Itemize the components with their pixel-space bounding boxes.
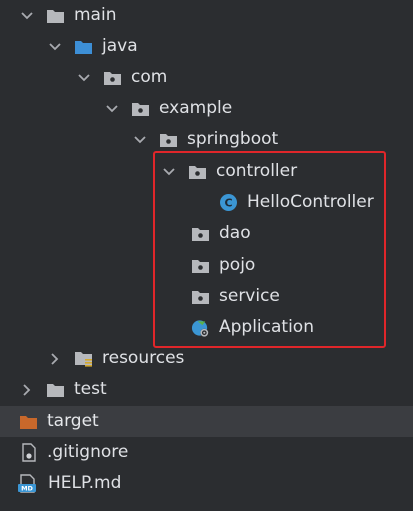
tree-item-label: test	[74, 379, 107, 399]
svg-text:MD: MD	[21, 485, 33, 493]
tree-item-label: HELP.md	[48, 473, 122, 493]
chevron-down-icon[interactable]	[132, 132, 148, 148]
tree-item-controller[interactable]: controller	[0, 156, 413, 187]
tree-item-gitignore[interactable]: .gitignore	[0, 437, 413, 468]
package-icon	[191, 288, 210, 305]
chevron-right-icon[interactable]	[19, 382, 35, 398]
chevron-right-icon[interactable]	[47, 351, 63, 367]
resources-folder-icon	[74, 350, 93, 367]
chevron-down-icon[interactable]	[104, 101, 120, 117]
tree-item-dao[interactable]: dao	[0, 218, 413, 249]
tree-item-main[interactable]: main	[0, 0, 413, 31]
chevron-down-icon[interactable]	[47, 39, 63, 55]
package-icon	[159, 131, 178, 148]
tree-item-help-md[interactable]: MD HELP.md	[0, 468, 413, 499]
excluded-folder-icon	[19, 413, 38, 430]
source-folder-icon	[74, 38, 93, 55]
tree-item-label: Application	[219, 317, 314, 337]
folder-icon	[46, 381, 65, 398]
tree-item-label: main	[74, 5, 117, 25]
package-icon	[191, 225, 210, 242]
tree-item-label: service	[219, 286, 280, 306]
tree-item-example[interactable]: example	[0, 93, 413, 124]
tree-item-label: com	[131, 67, 168, 87]
tree-item-target[interactable]: target	[0, 406, 413, 437]
tree-item-label: resources	[102, 348, 185, 368]
tree-item-java[interactable]: java	[0, 31, 413, 62]
java-class-icon: C	[219, 194, 238, 211]
markdown-file-icon: MD	[17, 474, 39, 493]
tree-item-label: controller	[216, 161, 298, 181]
tree-item-label: example	[159, 98, 233, 118]
spring-boot-app-icon	[191, 319, 210, 337]
chevron-down-icon[interactable]	[161, 164, 177, 180]
tree-item-label: springboot	[187, 129, 279, 149]
tree-item-service[interactable]: service	[0, 281, 413, 312]
chevron-down-icon[interactable]	[19, 8, 35, 24]
chevron-down-icon[interactable]	[76, 70, 92, 86]
tree-item-hellocontroller[interactable]: C HelloController	[0, 187, 413, 218]
package-icon	[191, 257, 210, 274]
tree-item-label: pojo	[219, 255, 256, 275]
tree-item-pojo[interactable]: pojo	[0, 250, 413, 281]
tree-item-springboot[interactable]: springboot	[0, 124, 413, 155]
tree-item-application[interactable]: Application	[0, 312, 413, 343]
svg-text:C: C	[224, 197, 232, 210]
tree-item-label: dao	[219, 223, 251, 243]
tree-item-test[interactable]: test	[0, 374, 413, 405]
tree-item-label: HelloController	[247, 192, 374, 212]
folder-icon	[46, 7, 65, 24]
package-icon	[103, 69, 122, 86]
tree-item-label: .gitignore	[47, 442, 129, 462]
tree-item-label: java	[102, 36, 138, 56]
tree-item-com[interactable]: com	[0, 62, 413, 93]
package-icon	[188, 163, 207, 180]
package-icon	[131, 100, 150, 117]
tree-item-label: target	[47, 411, 99, 431]
gitignore-file-icon	[19, 443, 38, 462]
tree-item-resources[interactable]: resources	[0, 343, 413, 374]
